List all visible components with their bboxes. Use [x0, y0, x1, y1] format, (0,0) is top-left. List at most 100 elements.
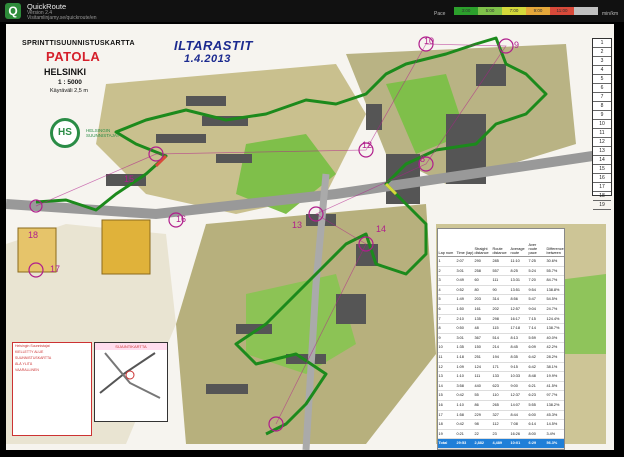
- splits-cell: 194: [492, 352, 510, 363]
- control-description-row: 19: [593, 201, 611, 210]
- splits-cell: 7:20: [528, 275, 546, 286]
- splits-cell: 40.0%: [546, 333, 564, 344]
- splits-cell: 17: [438, 410, 456, 421]
- splits-cell: 8:13: [510, 333, 528, 344]
- splits-row[interactable]: 2 3:01 258 557 8:25 5:24 55.7%: [438, 266, 564, 277]
- splits-cell: 6: [438, 304, 456, 315]
- splits-row[interactable]: 9 3:01 367 514 8:13 5:59 40.0%: [438, 333, 564, 344]
- splits-cell: 115: [492, 323, 510, 334]
- control-description-row: 4: [593, 66, 611, 75]
- splits-row[interactable]: 14 3:58 440 623 9:00 6:21 41.5%: [438, 381, 564, 392]
- control-description-row: 16: [593, 174, 611, 183]
- splits-cell: 6:42: [528, 352, 546, 363]
- splits-cell: 86: [474, 400, 492, 411]
- lap-splits-table[interactable]: Lap num Time (lap) Straight distance Route …: [437, 228, 565, 450]
- control-description-row: 5: [593, 75, 611, 84]
- splits-cell: 285: [492, 256, 510, 267]
- splits-cell: 11: [438, 352, 456, 363]
- orienteering-map[interactable]: SPRINTTISUUNNISTUSKARTTA PATOLA HELSINKI…: [6, 24, 614, 450]
- splits-cell: 16:17: [510, 314, 528, 325]
- splits-row[interactable]: 15 0:42 55 110 12:37 6:23 97.7%: [438, 390, 564, 401]
- splits-row[interactable]: 5 1:49 203 314 8:56 5:47 54.5%: [438, 294, 564, 305]
- splits-row[interactable]: 13 1:10 111 133 10:33 8:48 19.9%: [438, 371, 564, 382]
- event-title: ILTARASTIT: [174, 38, 253, 53]
- splits-cell: 6:42: [528, 362, 546, 373]
- splits-cell: 54.5%: [546, 294, 564, 305]
- splits-column-header[interactable]: Lap num: [438, 229, 456, 257]
- control-description-row: 10: [593, 120, 611, 129]
- splits-cell: 111: [492, 275, 510, 286]
- splits-cell: 0:21: [456, 429, 474, 440]
- splits-cell: 135: [474, 314, 492, 325]
- control-description-row: 17: [593, 183, 611, 192]
- splits-cell: 3.4%: [546, 429, 564, 440]
- splits-cell: 42.2%: [546, 342, 564, 353]
- splits-cell: 2:10: [456, 314, 474, 325]
- splits-total-row[interactable]: Total 29:53 2,882 4,489 10:01 6:29 56.3%: [438, 438, 564, 449]
- splits-cell: 41.5%: [546, 381, 564, 392]
- splits-row[interactable]: 8 0:50 48 115 17:18 7:14 138.7%: [438, 323, 564, 334]
- splits-cell: 138.8%: [546, 285, 564, 296]
- splits-cell: 22: [474, 429, 492, 440]
- control-description-row: 13: [593, 147, 611, 156]
- splits-total-cell: 6:29: [528, 438, 546, 449]
- splits-row[interactable]: 11 1:18 251 194 8:35 6:42 28.2%: [438, 352, 564, 363]
- splits-column-header[interactable]: Average route: [510, 229, 528, 257]
- splits-row[interactable]: 7 2:10 135 298 16:17 7:15 124.4%: [438, 314, 564, 325]
- splits-column-header[interactable]: Difference between: [546, 229, 564, 257]
- splits-total-cell: 4,489: [492, 438, 510, 449]
- splits-row[interactable]: 17 1:58 229 327 8:44 6:00 45.3%: [438, 410, 564, 421]
- splits-cell: 1:35: [456, 342, 474, 353]
- splits-cell: 124.4%: [546, 314, 564, 325]
- splits-cell: 8:25: [510, 266, 528, 277]
- control-number: 8: [420, 154, 426, 164]
- splits-cell: 10:33: [510, 371, 528, 382]
- splits-cell: 112: [492, 419, 510, 430]
- splits-cell: 251: [474, 352, 492, 363]
- splits-cell: 0:50: [456, 323, 474, 334]
- splits-cell: 12: [438, 362, 456, 373]
- pace-color-scale: 3:00 5:00 7:00 9:00 11:00: [454, 7, 598, 15]
- splits-cell: 1:49: [456, 294, 474, 305]
- splits-row[interactable]: 6 1:50 161 202 12:57 9:04 24.7%: [438, 304, 564, 315]
- splits-cell: 138.2%: [546, 400, 564, 411]
- splits-column-header[interactable]: Aver route pace: [528, 229, 546, 257]
- splits-cell: 5: [438, 294, 456, 305]
- splits-row[interactable]: 12 1:09 124 171 9:15 6:42 38.1%: [438, 362, 564, 373]
- pace-scale-segment: 11:00: [550, 7, 574, 15]
- club-logo-text: HS: [58, 127, 72, 138]
- control-description-row: 18: [593, 192, 611, 201]
- splits-row[interactable]: 1 2:07 290 285 11:10 7:25 30.6%: [438, 256, 564, 267]
- splits-cell: 8:56: [510, 294, 528, 305]
- splits-cell: 0:42: [456, 419, 474, 430]
- splits-row[interactable]: 3 0:49 60 111 13:31 7:20 84.7%: [438, 275, 564, 286]
- splits-cell: 1:10: [456, 400, 474, 411]
- splits-cell: 12:57: [510, 304, 528, 315]
- splits-cell: 7:08: [510, 419, 528, 430]
- splits-cell: 9:04: [528, 304, 546, 315]
- splits-row[interactable]: 16 1:10 86 265 14:07 5:55 138.2%: [438, 400, 564, 411]
- splits-cell: 150: [474, 342, 492, 353]
- splits-row[interactable]: 10 1:35 150 214 8:45 6:09 42.2%: [438, 342, 564, 353]
- splits-row[interactable]: 18 0:42 98 112 7:08 6:14 14.5%: [438, 419, 564, 430]
- splits-cell: 5:24: [528, 266, 546, 277]
- splits-cell: 2:07: [456, 256, 474, 267]
- pace-scale-segment: [574, 7, 598, 15]
- splits-row[interactable]: 4 0:52 80 90 13:51 9:54 138.8%: [438, 285, 564, 296]
- splits-cell: 19.9%: [546, 371, 564, 382]
- splits-cell: 440: [474, 381, 492, 392]
- splits-cell: 124: [474, 362, 492, 373]
- splits-cell: 6:00: [528, 410, 546, 421]
- splits-column-header[interactable]: Time (lap): [456, 229, 474, 257]
- splits-column-header[interactable]: Straight distance: [474, 229, 492, 257]
- splits-cell: 258: [474, 266, 492, 277]
- control-number: 16: [176, 214, 187, 224]
- splits-row[interactable]: 19 0:21 22 23 16:26 8:00 3.4%: [438, 429, 564, 440]
- splits-cell: 12:37: [510, 390, 528, 401]
- splits-cell: 8:00: [528, 429, 546, 440]
- splits-column-header[interactable]: Route distance: [492, 229, 510, 257]
- control-description-row: 14: [593, 156, 611, 165]
- control-description-row: 11: [593, 129, 611, 138]
- splits-cell: 8:35: [510, 352, 528, 363]
- splits-cell: 97.7%: [546, 390, 564, 401]
